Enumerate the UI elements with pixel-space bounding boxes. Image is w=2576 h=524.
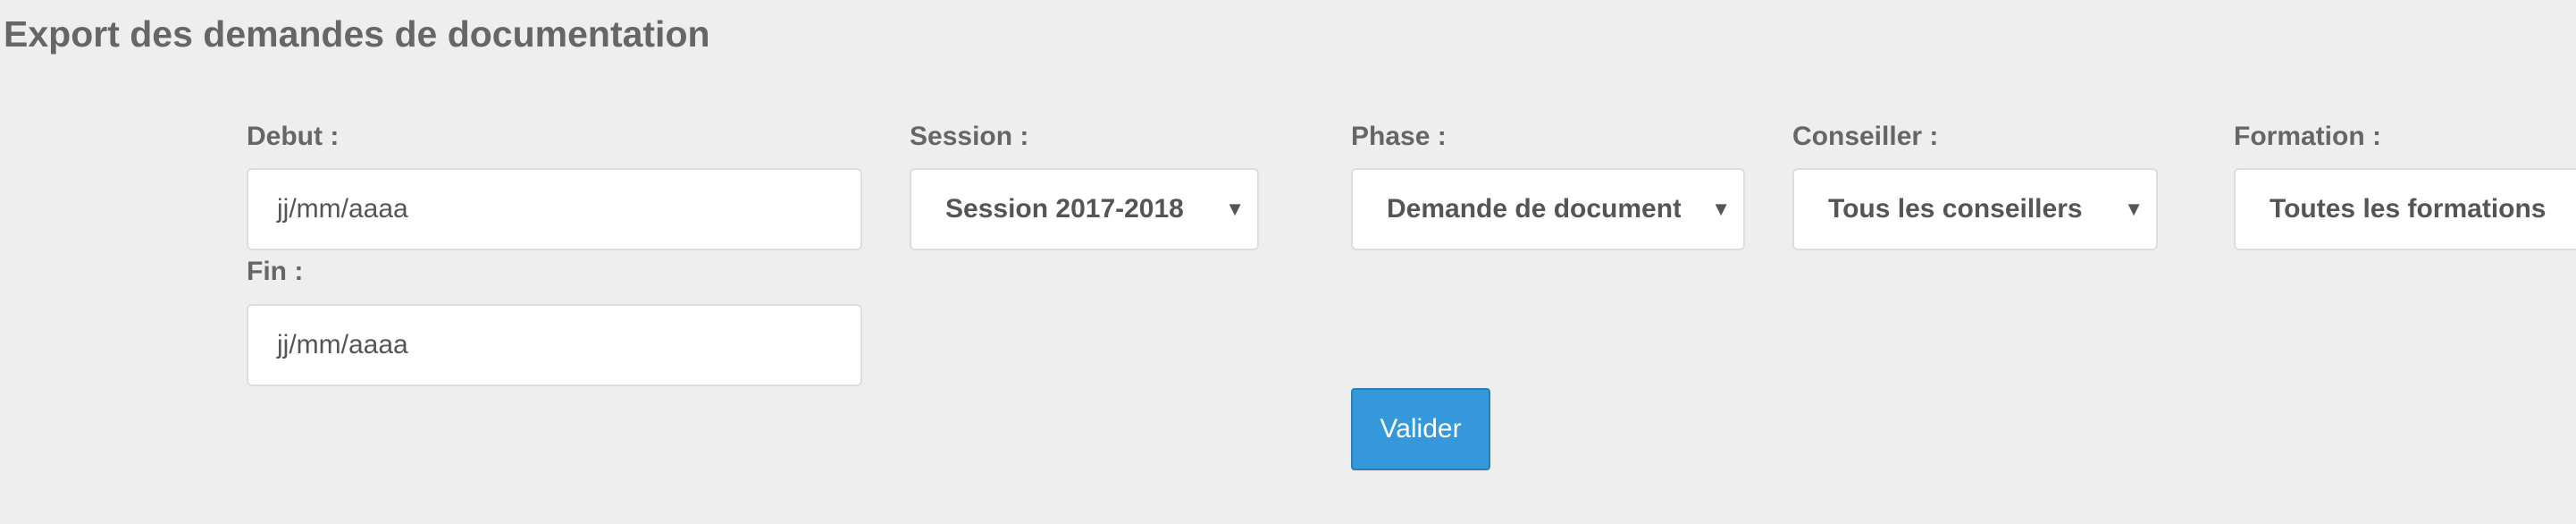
- formation-select[interactable]: Toutes les formations: [2234, 168, 2576, 250]
- export-page: Export des demandes de documentation Deb…: [0, 0, 2576, 524]
- fin-date-placeholder: jj/mm/aaaa: [277, 330, 408, 359]
- caret-down-icon: ▼: [1711, 198, 1731, 220]
- debut-date-input[interactable]: jj/mm/aaaa: [247, 168, 862, 250]
- conseiller-select-value: Tous les conseillers: [1828, 194, 2083, 224]
- phase-select[interactable]: Demande de documentation ▼: [1351, 168, 1745, 250]
- phase-select-value: Demande de documentation: [1387, 194, 1681, 224]
- valider-button[interactable]: Valider: [1351, 388, 1490, 470]
- caret-down-icon: ▼: [1225, 198, 1245, 220]
- debut-date-placeholder: jj/mm/aaaa: [277, 194, 408, 224]
- phase-label: Phase :: [1351, 122, 1447, 151]
- conseiller-label: Conseiller :: [1792, 122, 1939, 151]
- session-select[interactable]: Session 2017-2018 ▼: [910, 168, 1259, 250]
- debut-label: Debut :: [247, 122, 340, 151]
- conseiller-select[interactable]: Tous les conseillers ▼: [1792, 168, 2158, 250]
- session-select-value: Session 2017-2018: [945, 194, 1184, 224]
- formation-label: Formation :: [2234, 122, 2381, 151]
- caret-down-icon: ▼: [2124, 198, 2144, 220]
- fin-date-input[interactable]: jj/mm/aaaa: [247, 304, 862, 386]
- page-title: Export des demandes de documentation: [4, 13, 710, 55]
- fin-label: Fin :: [247, 257, 304, 286]
- formation-select-value: Toutes les formations: [2270, 194, 2547, 224]
- session-label: Session :: [910, 122, 1029, 151]
